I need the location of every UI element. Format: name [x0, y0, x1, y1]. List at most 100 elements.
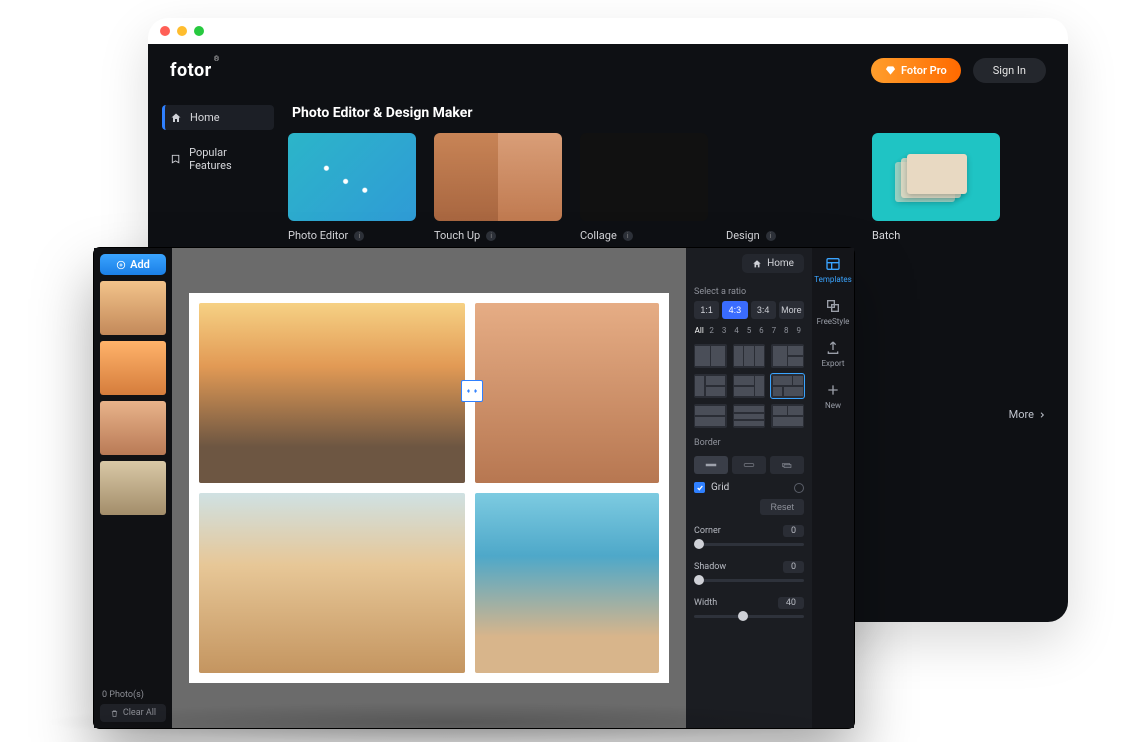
template-grid: [694, 344, 804, 428]
freestyle-icon: [825, 298, 841, 314]
template-option[interactable]: [771, 404, 804, 428]
collage-cell[interactable]: [199, 303, 465, 483]
slider-track[interactable]: [694, 573, 804, 587]
grid-check-row: Grid: [694, 482, 804, 493]
slider-track[interactable]: [694, 537, 804, 551]
sidebar-item-label: Popular Features: [189, 146, 266, 172]
upgrade-pro-button[interactable]: Fotor Pro: [871, 58, 961, 83]
more-label: More: [1009, 408, 1034, 421]
card-label: Design: [726, 229, 760, 242]
collage-cell[interactable]: [475, 493, 659, 673]
iconbar-label: FreeStyle: [817, 317, 850, 326]
sidebar-item-home[interactable]: Home: [162, 105, 274, 130]
border-style-rounded[interactable]: [732, 456, 766, 474]
add-photo-button[interactable]: Add: [100, 254, 166, 275]
count-tab[interactable]: All: [694, 323, 704, 338]
strip-footer: 0 Photo(s) Clear All: [100, 686, 166, 722]
count-tab[interactable]: 3: [719, 323, 729, 338]
card-thumb: [580, 133, 708, 221]
section-title: Photo Editor & Design Maker: [292, 105, 1052, 121]
template-option[interactable]: [694, 374, 727, 398]
card-touch-up[interactable]: Touch Upi: [434, 133, 562, 242]
zoom-dot[interactable]: [194, 26, 204, 36]
ratio-1-1[interactable]: 1:1: [694, 301, 719, 319]
signin-label: Sign In: [993, 64, 1026, 77]
right-panel: Home Select a ratio 1:1 4:3 3:4 More All…: [686, 248, 854, 728]
iconbar-new[interactable]: New: [825, 382, 841, 410]
count-tab[interactable]: 4: [731, 323, 741, 338]
border-label: Border: [694, 438, 804, 448]
template-option[interactable]: [733, 374, 766, 398]
count-tab[interactable]: 6: [756, 323, 766, 338]
resize-handle[interactable]: [461, 380, 483, 402]
strip-thumb[interactable]: [100, 281, 166, 335]
card-label: Batch: [872, 229, 900, 242]
count-tab[interactable]: 5: [744, 323, 754, 338]
iconbar-label: New: [825, 401, 841, 410]
grid-radio[interactable]: [794, 483, 804, 493]
home-icon: [752, 259, 762, 269]
corner-slider: Corner0: [694, 525, 804, 551]
strip-thumb[interactable]: [100, 401, 166, 455]
sidebar-item-label: Home: [190, 111, 220, 124]
template-option[interactable]: [694, 344, 727, 368]
reset-button[interactable]: Reset: [760, 499, 804, 515]
info-icon: i: [766, 231, 776, 241]
count-tab[interactable]: 2: [706, 323, 716, 338]
photo-count: 0 Photo(s): [100, 686, 166, 704]
collage-cell[interactable]: [475, 303, 659, 483]
iconbar-freestyle[interactable]: FreeStyle: [817, 298, 850, 326]
grid-checkbox[interactable]: [694, 482, 705, 493]
thumb-strip: [100, 281, 166, 680]
home-label: Home: [767, 258, 794, 269]
minimize-dot[interactable]: [177, 26, 187, 36]
count-tab[interactable]: 9: [794, 323, 804, 338]
template-option[interactable]: [733, 404, 766, 428]
border-style-shadow[interactable]: [770, 456, 804, 474]
close-dot[interactable]: [160, 26, 170, 36]
add-label: Add: [130, 258, 150, 271]
count-tab[interactable]: 8: [781, 323, 791, 338]
collage-canvas[interactable]: [189, 293, 669, 683]
ratio-4-3[interactable]: 4:3: [722, 301, 747, 319]
card-thumb: [872, 133, 1000, 221]
header-actions: Fotor Pro Sign In: [871, 58, 1046, 83]
strip-thumb[interactable]: [100, 341, 166, 395]
home-icon: [170, 112, 182, 124]
count-tab[interactable]: 7: [769, 323, 779, 338]
strip-thumb[interactable]: [100, 461, 166, 515]
ratio-3-4[interactable]: 3:4: [751, 301, 776, 319]
card-batch[interactable]: Batch: [872, 133, 1000, 242]
slider-value: 0: [783, 561, 804, 573]
signin-button[interactable]: Sign In: [973, 58, 1046, 83]
template-option[interactable]: [694, 404, 727, 428]
slider-value: 40: [778, 597, 804, 609]
ratio-more[interactable]: More: [779, 301, 804, 319]
template-option[interactable]: [771, 374, 804, 398]
template-option[interactable]: [771, 344, 804, 368]
clear-all-button[interactable]: Clear All: [100, 704, 166, 722]
card-photo-editor[interactable]: Photo Editori: [288, 133, 416, 242]
sidebar-item-popular[interactable]: Popular Features: [162, 140, 274, 178]
arrows-horizontal-icon: [466, 385, 478, 397]
collage-cell[interactable]: [199, 493, 465, 673]
card-thumb: [726, 133, 854, 221]
check-icon: [696, 484, 704, 492]
card-design[interactable]: Designi: [726, 133, 854, 242]
iconbar-export[interactable]: Export: [821, 340, 844, 368]
slider-label: Width: [694, 598, 717, 608]
slider-track[interactable]: [694, 609, 804, 623]
home-button[interactable]: Home: [742, 254, 804, 273]
template-option[interactable]: [733, 344, 766, 368]
iconbar-label: Templates: [814, 275, 851, 284]
card-label: Photo Editor: [288, 229, 348, 242]
card-collage[interactable]: Collagei: [580, 133, 708, 242]
border-style-solid[interactable]: [694, 456, 728, 474]
more-link[interactable]: More: [1009, 408, 1046, 421]
landing-main: Photo Editor & Design Maker Photo Editor…: [288, 97, 1068, 266]
slider-label: Shadow: [694, 562, 726, 572]
collage-editor-window: Add 0 Photo(s) Clear All: [94, 248, 854, 728]
diamond-icon: [885, 65, 896, 76]
card-thumb: [434, 133, 562, 221]
iconbar-templates[interactable]: Templates: [814, 256, 851, 284]
